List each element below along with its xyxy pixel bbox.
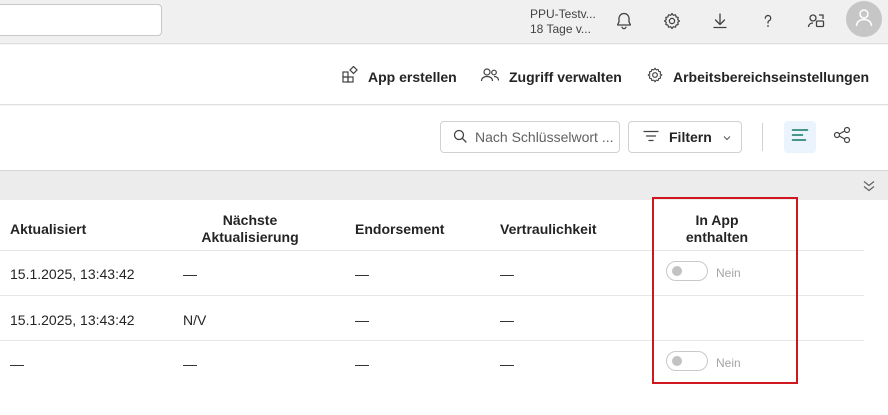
cell-endorsement: — bbox=[355, 266, 369, 282]
column-header-sensitivity[interactable]: Vertraulichkeit bbox=[500, 221, 597, 238]
people-icon bbox=[480, 66, 500, 87]
cell-next-refresh: N/V bbox=[183, 312, 207, 328]
bell-icon[interactable] bbox=[611, 8, 637, 34]
cell-sensitivity: — bbox=[500, 266, 514, 282]
chevron-down-icon bbox=[722, 129, 732, 145]
cell-endorsement: — bbox=[355, 356, 369, 372]
filter-icon bbox=[643, 129, 659, 145]
search-placeholder: Nach Schlüsselwort ... bbox=[475, 129, 614, 145]
filter-button[interactable]: Filtern bbox=[628, 121, 742, 153]
create-app-label: App erstellen bbox=[368, 68, 457, 85]
workspace-settings-label: Arbeitsbereichseinstellungen bbox=[673, 68, 870, 85]
user-avatar[interactable] bbox=[846, 1, 882, 37]
lineage-view-button[interactable] bbox=[826, 121, 858, 153]
list-view-button[interactable] bbox=[784, 121, 816, 153]
collapse-button[interactable] bbox=[861, 178, 877, 199]
column-header-updated[interactable]: Aktualisiert bbox=[10, 221, 86, 238]
cell-next-refresh: — bbox=[183, 266, 197, 282]
highlight-box bbox=[652, 197, 798, 384]
cell-updated: 15.1.2025, 13:43:42 bbox=[10, 266, 135, 282]
column-header-next-refresh-line2: Aktualisierung bbox=[201, 229, 299, 245]
column-header-endorsement[interactable]: Endorsement bbox=[355, 221, 444, 238]
global-search-input[interactable] bbox=[0, 4, 162, 36]
app-grid-icon bbox=[341, 65, 359, 87]
workspace-action-bar: App erstellen Zugriff verwalten Arbeitsb… bbox=[0, 45, 888, 105]
trial-line-2: 18 Tage v... bbox=[530, 22, 591, 36]
column-options-strip bbox=[0, 170, 888, 200]
filter-label: Filtern bbox=[669, 129, 712, 145]
toolbar-divider bbox=[762, 123, 763, 151]
settings-gear-icon bbox=[646, 66, 664, 87]
cell-updated: — bbox=[10, 356, 24, 372]
user-icon bbox=[853, 6, 875, 33]
top-bar: PPU-Testv... 18 Tage v... bbox=[0, 0, 888, 44]
cell-sensitivity: — bbox=[500, 312, 514, 328]
search-icon bbox=[453, 129, 467, 146]
trial-status[interactable]: PPU-Testv... 18 Tage v... bbox=[530, 7, 596, 37]
column-header-next-refresh-line1: Nächste bbox=[222, 212, 278, 228]
help-icon[interactable] bbox=[755, 8, 781, 34]
double-chevron-down-icon bbox=[861, 181, 877, 198]
cell-updated: 15.1.2025, 13:43:42 bbox=[10, 312, 135, 328]
download-icon[interactable] bbox=[707, 8, 733, 34]
gear-icon[interactable] bbox=[659, 8, 685, 34]
list-view-icon bbox=[791, 128, 809, 147]
lineage-icon bbox=[832, 126, 852, 149]
manage-access-label: Zugriff verwalten bbox=[509, 68, 622, 85]
create-app-button[interactable]: App erstellen bbox=[341, 65, 457, 87]
column-header-next-refresh[interactable]: Nächste Aktualisierung bbox=[190, 212, 310, 246]
keyword-search-input[interactable]: Nach Schlüsselwort ... bbox=[440, 121, 620, 153]
cell-next-refresh: — bbox=[183, 356, 197, 372]
share-icon[interactable] bbox=[803, 8, 829, 34]
list-toolbar: Nach Schlüsselwort ... Filtern bbox=[0, 106, 888, 170]
trial-line-1: PPU-Testv... bbox=[530, 7, 596, 21]
workspace-settings-button[interactable]: Arbeitsbereichseinstellungen bbox=[646, 66, 869, 87]
cell-sensitivity: — bbox=[500, 356, 514, 372]
cell-endorsement: — bbox=[355, 312, 369, 328]
manage-access-button[interactable]: Zugriff verwalten bbox=[480, 66, 622, 87]
